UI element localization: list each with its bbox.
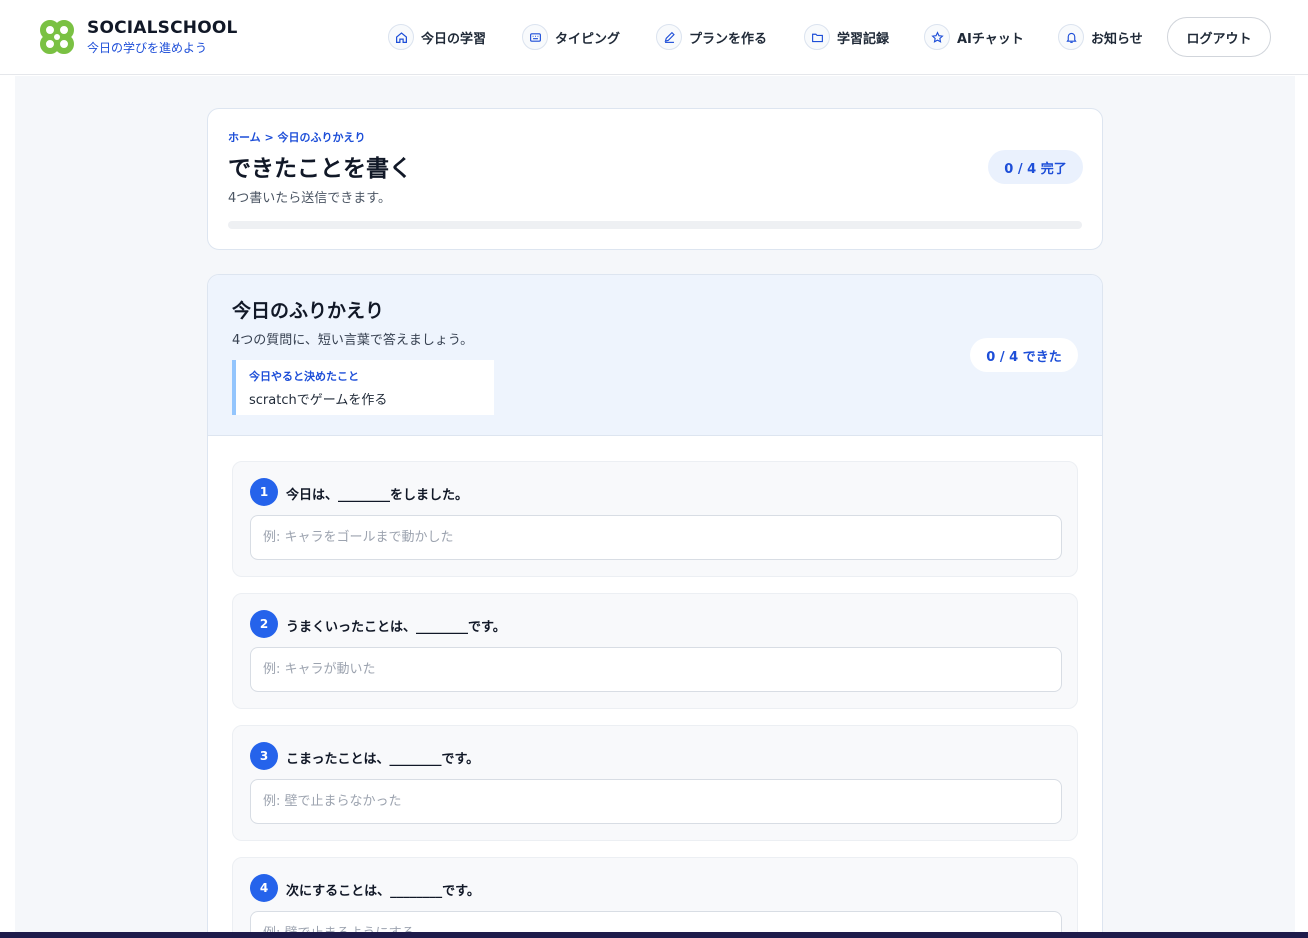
nav-label: プランを作る [689, 31, 768, 47]
nav-label: お知らせ [1091, 31, 1143, 47]
nav-label: 今日の学習 [421, 31, 487, 47]
pencil-icon [656, 24, 682, 50]
question-card: 4 次にすることは、________です。 [232, 857, 1078, 938]
bell-icon [1058, 24, 1084, 50]
answer-input-1[interactable] [250, 515, 1062, 560]
question-card: 3 こまったことは、________です。 [232, 725, 1078, 841]
progress-bar [228, 221, 1082, 229]
page-header-card: ホーム > 今日のふりかえり できたことを書く 4つ書いたら送信できます。 0 … [207, 108, 1103, 250]
question-number: 2 [250, 610, 278, 638]
question-text: 今日は、________をしました。 [286, 488, 469, 503]
keyboard-icon [522, 24, 548, 50]
today-plan-box: 今日やると決めたこと scratchでゲームを作る [232, 360, 494, 415]
completion-badge: 0 / 4 完了 [988, 150, 1083, 184]
logout-button[interactable]: ログアウト [1167, 17, 1271, 57]
reflection-card: 今日のふりかえり 4つの質問に、短い言葉で答えましょう。 今日やると決めたこと … [207, 274, 1103, 938]
nav-item-ai-chat[interactable]: AIチャット [924, 22, 1024, 52]
nav-item-today[interactable]: 今日の学習 [388, 22, 486, 52]
nav-label: AIチャット [957, 31, 1024, 47]
nav-item-make-plan[interactable]: プランを作る [656, 22, 767, 52]
question-card: 1 今日は、________をしました。 [232, 461, 1078, 577]
question-text: 次にすることは、________です。 [286, 884, 480, 899]
nav-item-records[interactable]: 学習記録 [804, 22, 889, 52]
answered-count-badge: 0 / 4 できた [970, 338, 1078, 372]
question-text: うまくいったことは、________です。 [286, 620, 506, 635]
folder-icon [804, 24, 830, 50]
bottom-bar [0, 932, 1308, 938]
brand-name: SOCIALSCHOOL [87, 18, 238, 38]
answer-input-2[interactable] [250, 647, 1062, 692]
breadcrumb[interactable]: ホーム > 今日のふりかえり [228, 129, 366, 145]
plan-label: 今日やると決めたこと [249, 370, 359, 383]
question-number: 3 [250, 742, 278, 770]
brand[interactable]: SOCIALSCHOOL 今日の学びを進めよう [87, 18, 238, 55]
question-text: こまったことは、________です。 [286, 752, 480, 767]
logo-icon[interactable] [37, 17, 77, 57]
page-subtitle: 4つ書いたら送信できます。 [228, 191, 391, 206]
home-icon [388, 24, 414, 50]
reflection-subtitle: 4つの質問に、短い言葉で答えましょう。 [232, 333, 474, 348]
question-number: 1 [250, 478, 278, 506]
nav-item-typing[interactable]: タイピング [522, 22, 620, 52]
plan-value: scratchでゲームを作る [249, 393, 388, 408]
star-icon [924, 24, 950, 50]
answer-input-3[interactable] [250, 779, 1062, 824]
question-card: 2 うまくいったことは、________です。 [232, 593, 1078, 709]
brand-tagline: 今日の学びを進めよう [87, 41, 208, 55]
nav-label: 学習記録 [837, 31, 890, 47]
nav-label: タイピング [555, 31, 621, 47]
question-number: 4 [250, 874, 278, 902]
nav-item-notices[interactable]: お知らせ [1058, 22, 1143, 52]
reflection-header: 今日のふりかえり 4つの質問に、短い言葉で答えましょう。 今日やると決めたこと … [208, 275, 1102, 436]
top-header: SOCIALSCHOOL 今日の学びを進めよう 今日の学習 タイピング プランを… [0, 0, 1308, 75]
reflection-title: 今日のふりかえり [232, 300, 385, 322]
page-title: できたことを書く [228, 156, 412, 182]
